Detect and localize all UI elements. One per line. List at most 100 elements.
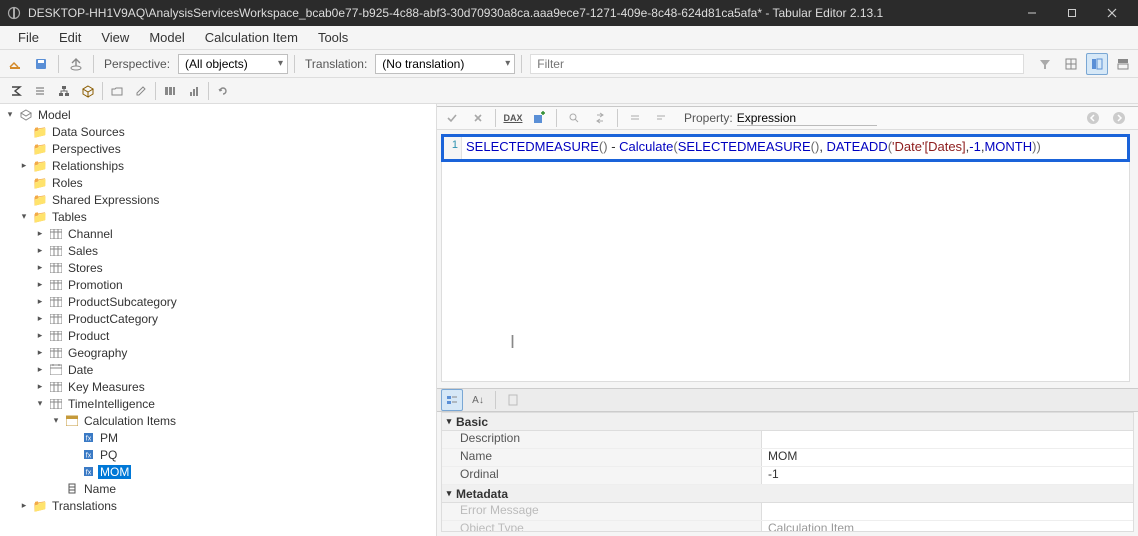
replace-icon[interactable] — [589, 107, 611, 129]
accept-icon[interactable] — [441, 107, 463, 129]
perspective-combo[interactable]: (All objects) — [178, 54, 288, 74]
menu-file[interactable]: File — [8, 28, 49, 47]
table-icon — [48, 397, 64, 411]
text-cursor-icon: I — [510, 332, 515, 353]
app-icon — [6, 5, 22, 21]
prop-row-description[interactable]: Description — [442, 431, 1133, 449]
table-icon — [48, 295, 64, 309]
tree-table-product[interactable]: ▸Product — [0, 327, 436, 344]
tree-perspectives[interactable]: 📁Perspectives — [0, 140, 436, 157]
tree-table-keymeasures[interactable]: ▸Key Measures — [0, 378, 436, 395]
tree-table-timeintelligence[interactable]: ▾TimeIntelligence — [0, 395, 436, 412]
menu-tools[interactable]: Tools — [308, 28, 358, 47]
nav-forward-icon[interactable] — [1108, 107, 1130, 129]
close-button[interactable] — [1092, 0, 1132, 26]
comment-icon[interactable] — [624, 107, 646, 129]
property-label: Property: — [684, 111, 733, 125]
sigma-icon[interactable] — [4, 80, 28, 102]
expression-editor-area[interactable]: I — [441, 162, 1130, 382]
layout-icon-active[interactable] — [1086, 53, 1108, 75]
tree-table-productsubcategory[interactable]: ▸ProductSubcategory — [0, 293, 436, 310]
table-icon — [48, 380, 64, 394]
prop-page-icon[interactable] — [502, 389, 524, 411]
menu-model[interactable]: Model — [139, 28, 194, 47]
nav-back-icon[interactable] — [1082, 107, 1104, 129]
svg-text:fx: fx — [85, 470, 91, 477]
grid-icon[interactable] — [1060, 53, 1082, 75]
tree-calcitem-pm[interactable]: fxPM — [0, 429, 436, 446]
tree-table-productcategory[interactable]: ▸ProductCategory — [0, 310, 436, 327]
menu-calculation-item[interactable]: Calculation Item — [195, 28, 308, 47]
layout-icon[interactable] — [1112, 53, 1134, 75]
translation-combo[interactable]: (No translation) — [375, 54, 515, 74]
prop-cat-metadata[interactable]: ▾Metadata — [442, 485, 1133, 503]
model-tree[interactable]: ▾Model 📁Data Sources 📁Perspectives ▸📁Rel… — [0, 104, 437, 536]
tree-shared-expressions[interactable]: 📁Shared Expressions — [0, 191, 436, 208]
prop-row-object-type[interactable]: Object TypeCalculation Item — [442, 521, 1133, 532]
tree-calcitem-pq[interactable]: fxPQ — [0, 446, 436, 463]
prop-cat-basic[interactable]: ▾Basic — [442, 413, 1133, 431]
dax-expression[interactable]: SELECTEDMEASURE() - Calculate(SELECTEDME… — [462, 137, 1045, 159]
tok-selectedmeasure: SELECTEDMEASURE — [466, 139, 599, 154]
cancel-icon[interactable] — [467, 107, 489, 129]
folder-icon: 📁 — [32, 193, 48, 207]
tree-root-model[interactable]: ▾Model — [0, 106, 436, 123]
translation-value: (No translation) — [382, 57, 464, 71]
tree-table-promotion[interactable]: ▸Promotion — [0, 276, 436, 293]
menu-view[interactable]: View — [91, 28, 139, 47]
dax-format-icon[interactable]: DAX — [502, 107, 524, 129]
tree-relationships[interactable]: ▸📁Relationships — [0, 157, 436, 174]
tree-roles[interactable]: 📁Roles — [0, 174, 436, 191]
tree-table-channel[interactable]: ▸Channel — [0, 225, 436, 242]
minimize-button[interactable] — [1012, 0, 1052, 26]
table-icon — [48, 278, 64, 292]
tree-translations[interactable]: ▸📁Translations — [0, 497, 436, 514]
edit-icon[interactable] — [129, 80, 153, 102]
property-combo[interactable]: Expression — [737, 111, 877, 126]
tree-datasources[interactable]: 📁Data Sources — [0, 123, 436, 140]
tree-tables[interactable]: ▾📁Tables — [0, 208, 436, 225]
tree-column-name[interactable]: Name — [0, 480, 436, 497]
tree-table-stores[interactable]: ▸Stores — [0, 259, 436, 276]
svg-text:fx: fx — [85, 453, 91, 460]
deploy-icon[interactable] — [65, 53, 87, 75]
tree-calculation-items[interactable]: ▾Calculation Items — [0, 412, 436, 429]
property-grid[interactable]: ▾Basic Description NameMOM Ordinal-1 ▾Me… — [441, 412, 1134, 532]
maximize-button[interactable] — [1052, 0, 1092, 26]
hierarchy-icon[interactable] — [52, 80, 76, 102]
right-panel: DAX Property: Expression 1 SELECTEDMEASU — [437, 104, 1138, 536]
property-grid-toolbar: A↓ — [437, 388, 1138, 412]
refresh-icon[interactable] — [211, 80, 235, 102]
prop-row-error-message[interactable]: Error Message — [442, 503, 1133, 521]
calcitem-icon: fx — [80, 465, 96, 479]
bars-icon[interactable] — [182, 80, 206, 102]
connect-icon[interactable] — [4, 53, 26, 75]
table-icon — [48, 227, 64, 241]
alphabetical-icon[interactable]: A↓ — [467, 389, 489, 411]
tree-table-geography[interactable]: ▸Geography — [0, 344, 436, 361]
list-icon[interactable] — [28, 80, 52, 102]
tree-table-date[interactable]: ▸Date — [0, 361, 436, 378]
tree-calcitem-mom[interactable]: fxMOM — [0, 463, 436, 480]
title-bar: DESKTOP-HH1V9AQ\AnalysisServicesWorkspac… — [0, 0, 1138, 26]
prop-row-ordinal[interactable]: Ordinal-1 — [442, 467, 1133, 485]
calcgroup-icon — [64, 414, 80, 428]
add-icon[interactable] — [528, 107, 550, 129]
table-icon — [48, 329, 64, 343]
column-icon — [64, 482, 80, 496]
tree-table-sales[interactable]: ▸Sales — [0, 242, 436, 259]
categorized-icon[interactable] — [441, 389, 463, 411]
filter-input[interactable] — [530, 54, 1024, 74]
model-icon — [18, 108, 34, 122]
cube-icon[interactable] — [76, 80, 100, 102]
filter-icon[interactable] — [1034, 53, 1056, 75]
folder-icon[interactable] — [105, 80, 129, 102]
uncomment-icon[interactable] — [650, 107, 672, 129]
secondary-toolbar — [0, 78, 1138, 104]
search-icon[interactable] — [563, 107, 585, 129]
save-icon[interactable] — [30, 53, 52, 75]
menu-edit[interactable]: Edit — [49, 28, 91, 47]
columns-icon[interactable] — [158, 80, 182, 102]
prop-row-name[interactable]: NameMOM — [442, 449, 1133, 467]
table-icon — [48, 346, 64, 360]
